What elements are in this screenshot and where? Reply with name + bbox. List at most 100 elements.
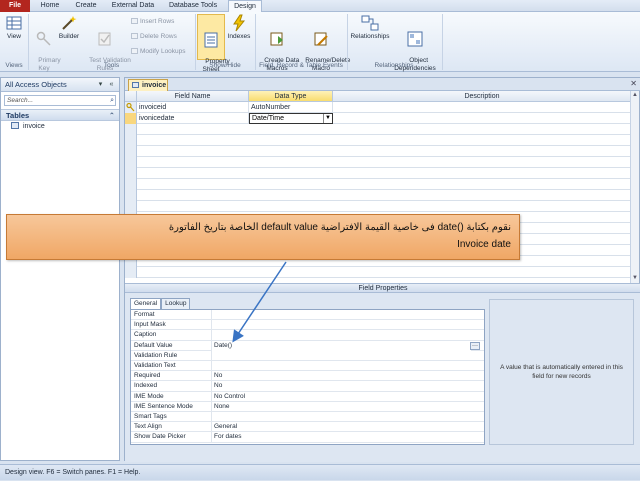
row-selector[interactable] xyxy=(125,179,137,190)
default-value-input[interactable]: Date() xyxy=(211,340,471,351)
property-row-format[interactable]: Format xyxy=(131,310,484,321)
test-validation-rules-button[interactable]: Test Validation Rules xyxy=(82,14,131,81)
property-row-validation-rule[interactable]: Validation Rule xyxy=(131,350,484,361)
table-row[interactable] xyxy=(125,201,632,212)
field-name-cell[interactable]: ivonicedate xyxy=(137,113,249,124)
table-row[interactable]: invoiceid AutoNumber xyxy=(125,102,632,113)
tab-create[interactable]: Create xyxy=(70,0,102,12)
property-sheet-button[interactable]: Property Sheet xyxy=(197,14,230,73)
modify-lookups-button[interactable]: Modify Lookups xyxy=(131,47,186,56)
view-button[interactable]: View xyxy=(3,14,25,41)
create-data-macros-button[interactable]: Create Data Macros xyxy=(257,14,299,81)
builder-label: Builder xyxy=(58,33,80,40)
table-row[interactable]: ivonicedate Date/Time ▼ xyxy=(125,113,632,124)
expression-builder-button[interactable]: ··· xyxy=(470,341,480,350)
document-tab-invoice[interactable]: invoice xyxy=(128,79,168,91)
nav-group-tables[interactable]: Tables ⌃ xyxy=(1,109,119,121)
property-row-caption[interactable]: Caption xyxy=(131,330,484,341)
row-selector[interactable] xyxy=(125,157,137,168)
row-selector[interactable] xyxy=(125,146,137,157)
column-header-description: Description xyxy=(333,91,632,102)
tab-external-data[interactable]: External Data xyxy=(108,0,158,12)
relationships-button[interactable]: Relationships xyxy=(349,14,391,41)
property-row-indexed[interactable]: Indexed No xyxy=(131,381,484,392)
delete-rows-button[interactable]: Delete Rows xyxy=(131,32,177,41)
row-selector[interactable] xyxy=(125,124,137,135)
property-row-ime-mode[interactable]: IME Mode No Control xyxy=(131,391,484,402)
chevron-down-icon[interactable]: ▼ xyxy=(323,114,332,123)
group-separator xyxy=(28,14,29,70)
nav-search-input[interactable]: Search... ⌕ xyxy=(4,95,116,106)
property-value[interactable] xyxy=(211,350,471,361)
tab-database-tools[interactable]: Database Tools xyxy=(164,0,222,12)
property-value[interactable]: None xyxy=(211,401,471,412)
row-selector[interactable] xyxy=(125,113,137,124)
property-row-text-align[interactable]: Text Align General xyxy=(131,422,484,433)
row-selector[interactable] xyxy=(125,102,137,113)
table-row[interactable] xyxy=(125,146,632,157)
group-events-label: Field, Record & Table Events xyxy=(259,62,343,69)
tab-general[interactable]: General xyxy=(130,298,162,309)
property-value[interactable]: No xyxy=(211,381,471,392)
indexes-button[interactable]: Indexes xyxy=(226,14,252,41)
property-value[interactable] xyxy=(211,330,471,341)
scroll-up-icon[interactable]: ▲ xyxy=(631,91,639,100)
property-row-validation-text[interactable]: Validation Text xyxy=(131,361,484,372)
property-value[interactable]: General xyxy=(211,422,471,433)
field-properties-pane: General Lookup Format Input Mask Caption … xyxy=(125,293,640,462)
data-type-combo[interactable]: Date/Time ▼ xyxy=(249,113,333,124)
property-row-input-mask[interactable]: Input Mask xyxy=(131,320,484,331)
row-selector[interactable] xyxy=(125,135,137,146)
property-label: Indexed xyxy=(134,382,158,390)
nav-search-placeholder: Search... xyxy=(7,97,34,104)
field-name-cell[interactable]: invoiceid xyxy=(137,102,249,113)
table-row[interactable] xyxy=(125,168,632,179)
search-icon[interactable]: ⌕ xyxy=(110,96,114,106)
nav-item-invoice[interactable]: invoice xyxy=(1,121,119,133)
property-row-ime-sentence-mode[interactable]: IME Sentence Mode None xyxy=(131,401,484,412)
table-row[interactable] xyxy=(125,190,632,201)
primary-key-button[interactable]: Primary Key xyxy=(31,14,61,81)
property-value[interactable] xyxy=(211,361,471,371)
table-row[interactable] xyxy=(125,267,632,278)
row-selector[interactable] xyxy=(125,267,137,278)
property-value[interactable] xyxy=(211,320,471,331)
property-value[interactable] xyxy=(211,310,471,320)
property-row-default-value[interactable]: Default Value Date() ··· xyxy=(131,340,484,351)
nav-header[interactable]: All Access Objects ▾ « xyxy=(1,78,119,92)
row-selector[interactable] xyxy=(125,201,137,212)
data-type-cell[interactable]: AutoNumber xyxy=(249,102,333,113)
property-row-smart-tags[interactable]: Smart Tags xyxy=(131,412,484,423)
description-cell[interactable] xyxy=(333,113,632,124)
property-label: Smart Tags xyxy=(134,413,167,420)
property-value[interactable]: For dates xyxy=(211,432,471,443)
insert-rows-button[interactable]: Insert Rows xyxy=(131,17,174,26)
tab-home[interactable]: Home xyxy=(36,0,64,12)
relationships-icon xyxy=(361,15,379,31)
row-selector[interactable] xyxy=(125,190,137,201)
tab-lookup[interactable]: Lookup xyxy=(161,298,191,309)
chevron-down-icon[interactable]: ▾ xyxy=(96,80,105,89)
property-value[interactable]: No xyxy=(211,371,471,382)
property-label: Format xyxy=(134,311,155,318)
scroll-down-icon[interactable]: ▼ xyxy=(631,274,639,283)
property-row-show-date-picker[interactable]: Show Date Picker For dates xyxy=(131,432,484,443)
insert-rows-icon xyxy=(131,18,138,24)
property-value[interactable]: No Control xyxy=(211,391,471,402)
table-row[interactable] xyxy=(125,179,632,190)
tab-file[interactable]: File xyxy=(0,0,30,12)
property-row-required[interactable]: Required No xyxy=(131,371,484,382)
property-value[interactable] xyxy=(211,412,471,422)
table-row[interactable] xyxy=(125,135,632,146)
row-selector[interactable] xyxy=(125,168,137,179)
collapse-pane-icon[interactable]: « xyxy=(107,80,116,89)
close-icon[interactable]: ✕ xyxy=(630,79,637,88)
column-header-data-type: Data Type xyxy=(249,91,333,102)
object-dependencies-button[interactable]: Object Dependencies xyxy=(392,14,438,81)
table-row[interactable] xyxy=(125,124,632,135)
vertical-scrollbar[interactable]: ▲ ▼ xyxy=(630,91,639,283)
builder-button[interactable]: Builder xyxy=(58,14,80,41)
rename-delete-macro-button[interactable]: Rename/Delete Macro xyxy=(298,14,350,81)
description-cell[interactable] xyxy=(333,102,632,113)
table-row[interactable] xyxy=(125,157,632,168)
